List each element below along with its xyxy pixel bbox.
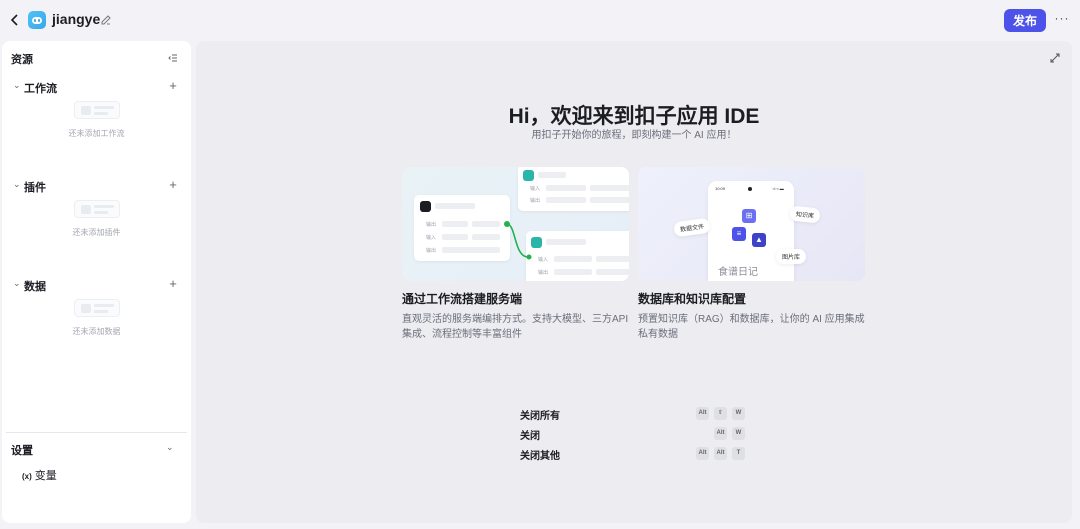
port-label: 输入 bbox=[530, 186, 541, 192]
app-name: jiangye bbox=[52, 11, 101, 27]
add-workflow-icon[interactable]: + bbox=[167, 78, 179, 93]
add-plugin-icon[interactable]: + bbox=[167, 177, 179, 192]
placeholder-bar bbox=[596, 269, 629, 275]
more-options-icon[interactable]: ··· bbox=[1054, 11, 1070, 27]
placeholder-bar bbox=[546, 197, 586, 203]
key-t: T bbox=[732, 447, 745, 460]
app-logo-icon bbox=[28, 11, 46, 29]
empty-placeholder-icon bbox=[74, 299, 120, 317]
workflow-node: 输入 输出 bbox=[526, 231, 629, 281]
sidebar-item-label: 变量 bbox=[34, 470, 57, 482]
shortcut-label: 关闭 bbox=[520, 431, 540, 442]
shortcut-close-others: 关闭其他 Alt Alt T bbox=[520, 447, 750, 462]
variable-icon: (x) bbox=[22, 472, 32, 481]
phone-status: ·ıl ≈ ▬ bbox=[772, 186, 784, 191]
key-shift: ⇧ bbox=[714, 407, 727, 420]
settings-title[interactable]: 设置 bbox=[11, 442, 33, 458]
placeholder-bar bbox=[546, 185, 586, 191]
sidebar-header: 资源 bbox=[11, 54, 33, 66]
section-title: 数据 bbox=[24, 281, 46, 293]
knowledge-tag: 知识库 bbox=[789, 205, 821, 224]
key-alt: Alt bbox=[714, 447, 727, 460]
collapse-sidebar-icon[interactable] bbox=[167, 51, 179, 63]
empty-placeholder-icon bbox=[74, 101, 120, 119]
placeholder-bar bbox=[546, 239, 586, 245]
key-alt: Alt bbox=[696, 407, 709, 420]
card-description: 直观灵活的服务端编排方式。支持大模型、三方API集成、流程控制等丰富组件 bbox=[402, 314, 629, 340]
placeholder-bar bbox=[442, 247, 500, 253]
placeholder-bar bbox=[590, 185, 629, 191]
connector-line bbox=[504, 221, 532, 260]
divider bbox=[6, 432, 187, 433]
key-w: W bbox=[732, 427, 745, 440]
placeholder-bar bbox=[472, 221, 500, 227]
chevron-down-icon[interactable]: ⌄ bbox=[13, 179, 21, 190]
phone-time: 10:09 bbox=[715, 186, 726, 191]
placeholder-bar bbox=[590, 197, 629, 203]
card-title: 数据库和知识库配置 bbox=[638, 292, 747, 306]
placeholder-bar bbox=[435, 203, 475, 209]
section-header[interactable]: ⌄ 插件 + bbox=[2, 177, 191, 194]
shortcut-label: 关闭其他 bbox=[520, 451, 560, 462]
empty-text: 还未添加工作流 bbox=[68, 129, 125, 138]
port-label: 输出 bbox=[530, 198, 541, 204]
placeholder-bar bbox=[554, 256, 592, 262]
workflow-illustration: 输入 输出 输出 输入 输出 输入 输出 bbox=[402, 167, 629, 281]
expand-icon[interactable] bbox=[1049, 51, 1061, 63]
placeholder-bar bbox=[538, 172, 566, 178]
port-label: 输入 bbox=[538, 257, 549, 263]
shortcut-label: 关闭所有 bbox=[520, 411, 560, 422]
main-panel: Hi，欢迎来到扣子应用 IDE 用扣子开始你的旅程，即刻构建一个 AI 应用！ … bbox=[196, 41, 1072, 523]
empty-text: 还未添加插件 bbox=[72, 228, 121, 237]
welcome-subtitle: 用扣子开始你的旅程，即刻构建一个 AI 应用！ bbox=[531, 130, 737, 141]
bot-node-icon bbox=[420, 201, 431, 212]
chevron-down-icon[interactable]: ⌄ bbox=[166, 442, 174, 453]
shortcut-close: 关闭 Alt W bbox=[520, 427, 750, 442]
workflow-node: 输入 输出 bbox=[518, 167, 629, 211]
section-header[interactable]: ⌄ 工作流 + bbox=[2, 78, 191, 95]
card-description: 预置知识库（RAG）和数据库，让你的 AI 应用集成私有数据 bbox=[638, 314, 865, 340]
publish-button[interactable]: 发布 bbox=[1004, 9, 1046, 32]
image-library-tag: 图片库 bbox=[776, 249, 807, 264]
key-alt: Alt bbox=[714, 427, 727, 440]
placeholder-bar bbox=[472, 234, 500, 240]
key-alt: Alt bbox=[696, 447, 709, 460]
empty-placeholder-icon bbox=[74, 200, 120, 218]
phone-caption: 食谱日记 bbox=[718, 267, 758, 278]
edit-icon[interactable] bbox=[100, 13, 112, 25]
phone-camera bbox=[748, 187, 752, 191]
section-title: 插件 bbox=[24, 182, 46, 194]
placeholder-bar bbox=[442, 221, 468, 227]
section-header[interactable]: ⌄ 数据 + bbox=[2, 276, 191, 293]
data-file-tag: 数据文件 bbox=[673, 217, 711, 238]
resource-sidebar: 资源 ⌄ 工作流 + 还未添加工作流 ⌄ 插件 + 还未添加插件 ⌄ 数据 + … bbox=[2, 41, 191, 523]
empty-text: 还未添加数据 bbox=[72, 327, 121, 336]
port-label: 输出 bbox=[538, 270, 549, 276]
image-icon: ▲ bbox=[752, 233, 766, 247]
top-bar: jiangye 发布 ··· bbox=[0, 0, 1080, 40]
placeholder-bar bbox=[442, 234, 468, 240]
sidebar-item-variables[interactable]: (x) 变量 bbox=[22, 467, 57, 483]
knowledge-illustration: 10:09 ·ıl ≈ ▬ ⊞ ≡ ▲ 食谱日记 知识库 数据文件 图片库 bbox=[638, 167, 865, 281]
port-label: 输入 bbox=[426, 235, 437, 241]
shortcut-close-all: 关闭所有 Alt ⇧ W bbox=[520, 407, 750, 422]
placeholder-bar bbox=[554, 269, 592, 275]
back-arrow-icon[interactable] bbox=[8, 12, 22, 28]
phone-mockup: 10:09 ·ıl ≈ ▬ ⊞ ≡ ▲ 食谱日记 bbox=[708, 181, 794, 281]
chevron-down-icon[interactable]: ⌄ bbox=[13, 278, 21, 289]
table-icon: ⊞ bbox=[742, 209, 756, 223]
add-data-icon[interactable]: + bbox=[167, 276, 179, 291]
code-node-icon bbox=[523, 170, 534, 181]
port-label: 输出 bbox=[426, 248, 437, 254]
key-w: W bbox=[732, 407, 745, 420]
section-title: 工作流 bbox=[24, 83, 57, 95]
chevron-down-icon[interactable]: ⌄ bbox=[13, 80, 21, 91]
port-label: 输出 bbox=[426, 222, 437, 228]
workflow-node: 输出 输入 输出 bbox=[414, 195, 510, 261]
placeholder-bar bbox=[596, 256, 629, 262]
document-icon: ≡ bbox=[732, 227, 746, 241]
card-title: 通过工作流搭建服务端 bbox=[402, 292, 523, 306]
